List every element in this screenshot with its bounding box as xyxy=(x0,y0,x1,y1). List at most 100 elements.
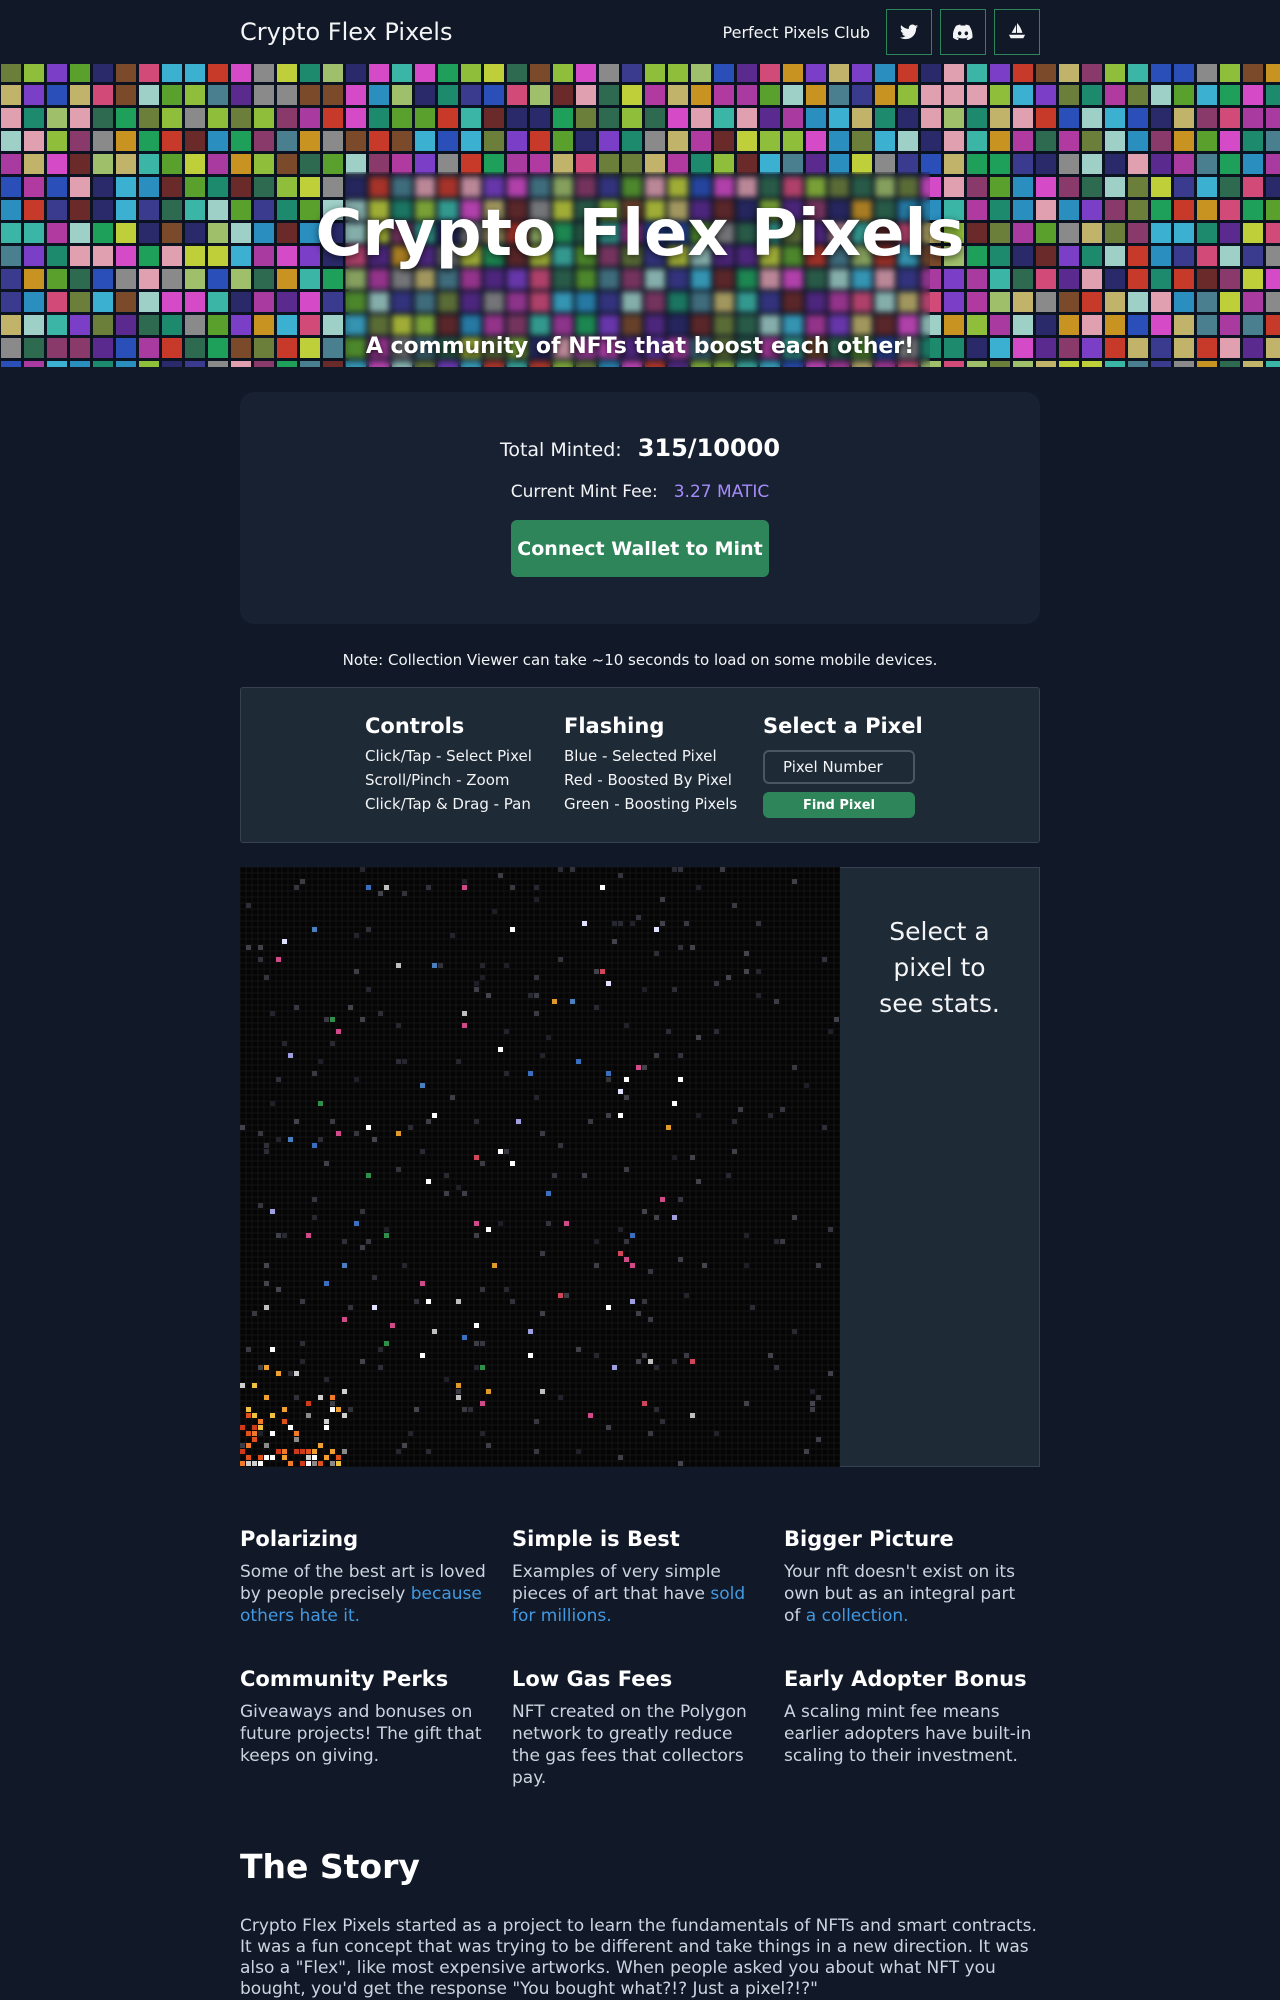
pixel-canvas[interactable] xyxy=(240,867,840,1467)
hero-mosaic-tile xyxy=(139,131,159,151)
hero-mosaic-tile xyxy=(875,85,895,105)
minted-pixel xyxy=(300,1449,305,1454)
hero-mosaic-tile xyxy=(300,108,320,128)
minted-pixel xyxy=(384,1341,389,1346)
hero-mosaic-tile xyxy=(576,64,596,82)
minted-pixel xyxy=(306,1401,311,1406)
minted-pixel xyxy=(312,1455,317,1460)
hero-mosaic-tile xyxy=(24,131,44,151)
hero-mosaic-tile xyxy=(369,108,389,128)
dim-pixel xyxy=(582,1173,587,1178)
hero-mosaic-tile xyxy=(783,108,803,128)
dim-pixel xyxy=(672,867,677,872)
hero-mosaic-tile xyxy=(461,64,481,82)
hero-mosaic-tile xyxy=(346,154,366,174)
minted-pixel xyxy=(240,1383,245,1388)
minted-pixel xyxy=(342,1449,347,1454)
dim-pixel xyxy=(642,1353,647,1358)
minted-pixel xyxy=(270,1413,275,1418)
minted-pixel xyxy=(576,1059,581,1064)
hero-mosaic-tile xyxy=(1082,292,1102,312)
feature-text: Examples of very simple pieces of art th… xyxy=(512,1561,762,1627)
hero-mosaic-tile xyxy=(1105,315,1125,335)
hero-mosaic-tile xyxy=(875,131,895,151)
minted-pixel xyxy=(318,1395,323,1400)
dim-pixel xyxy=(768,1113,773,1118)
hero-mosaic-tile xyxy=(185,131,205,151)
hero-mosaic-tile xyxy=(691,85,711,105)
minted-pixel xyxy=(570,999,575,1004)
find-pixel-button[interactable]: Find Pixel xyxy=(763,792,915,818)
dim-pixel xyxy=(300,879,305,884)
minted-pixel xyxy=(312,1449,317,1454)
dim-pixel xyxy=(540,1311,545,1316)
hero-mosaic-tile xyxy=(1197,177,1217,197)
dim-pixel xyxy=(510,1299,515,1304)
pixel-stats-panel: Select a pixel to see stats. xyxy=(840,867,1040,1467)
connect-wallet-button[interactable]: Connect Wallet to Mint xyxy=(511,520,769,577)
minted-pixel xyxy=(420,1083,425,1088)
mint-fee-value: 3.27 MATIC xyxy=(673,482,770,502)
minted-pixel xyxy=(492,1263,497,1268)
dim-pixel xyxy=(258,1131,263,1136)
hero-mosaic-tile xyxy=(714,108,734,128)
dim-pixel xyxy=(288,1371,293,1376)
hero-mosaic-tile xyxy=(898,154,918,174)
hero-mosaic-tile xyxy=(277,361,297,367)
minted-pixel xyxy=(324,1455,329,1460)
opensea-button[interactable] xyxy=(994,9,1040,55)
minted-pixel xyxy=(246,1443,251,1448)
feature-link[interactable]: a collection. xyxy=(806,1606,909,1626)
hero-mosaic-tile xyxy=(392,131,412,151)
minted-pixel xyxy=(276,1371,281,1376)
hero-mosaic-tile xyxy=(1036,154,1056,174)
minted-pixel xyxy=(258,1461,263,1466)
dim-pixel xyxy=(792,879,797,884)
dim-pixel xyxy=(636,1359,641,1364)
dim-pixel xyxy=(636,915,641,920)
controls-item: Scroll/Pinch - Zoom xyxy=(365,771,510,789)
feature-card: Simple is Best Examples of very simple p… xyxy=(512,1527,784,1627)
dim-pixel xyxy=(594,1239,599,1244)
hero-mosaic-tile xyxy=(967,85,987,105)
pixel-number-input[interactable] xyxy=(763,750,915,784)
hero-mosaic-tile xyxy=(1197,315,1217,335)
hero-mosaic-tile xyxy=(944,154,964,174)
hero-mosaic-tile xyxy=(852,131,872,151)
hero-mosaic-tile xyxy=(438,85,458,105)
hero-mosaic-tile xyxy=(714,131,734,151)
hero-mosaic-tile xyxy=(990,315,1010,335)
hero-mosaic-tile xyxy=(24,108,44,128)
hero-mosaic-tile xyxy=(323,292,343,312)
dim-pixel xyxy=(348,1005,353,1010)
hero-mosaic-tile xyxy=(1013,361,1033,367)
feature-text: Some of the best art is loved by people … xyxy=(240,1561,490,1627)
brand-title[interactable]: Crypto Flex Pixels xyxy=(240,18,452,46)
dim-pixel xyxy=(264,975,269,980)
hero-mosaic-tile xyxy=(1,85,21,105)
hero-mosaic-tile xyxy=(599,131,619,151)
hero-mosaic-tile xyxy=(346,85,366,105)
dim-pixel xyxy=(438,963,443,968)
dim-pixel xyxy=(744,969,749,974)
hero-mosaic-tile xyxy=(1243,315,1263,335)
hero-mosaic-tile xyxy=(1174,292,1194,312)
dim-pixel xyxy=(828,1371,833,1376)
discord-button[interactable] xyxy=(940,9,986,55)
hero-mosaic-tile xyxy=(24,177,44,197)
twitter-button[interactable] xyxy=(886,9,932,55)
hero-mosaic-tile xyxy=(1,131,21,151)
minted-pixel xyxy=(282,1407,287,1412)
hero-mosaic-tile xyxy=(1197,64,1217,82)
dim-pixel xyxy=(618,1227,623,1232)
hero-mosaic-tile xyxy=(944,85,964,105)
hero-mosaic-tile xyxy=(254,64,274,82)
hero-mosaic-tile xyxy=(944,177,964,197)
perfect-pixels-club-link[interactable]: Perfect Pixels Club xyxy=(723,23,870,42)
minted-pixel xyxy=(690,1413,695,1418)
hero-mosaic-tile xyxy=(1174,131,1194,151)
hero-mosaic-tile xyxy=(70,131,90,151)
minted-pixel xyxy=(336,1029,341,1034)
minted-pixel xyxy=(384,885,389,890)
dim-pixel xyxy=(744,951,749,956)
